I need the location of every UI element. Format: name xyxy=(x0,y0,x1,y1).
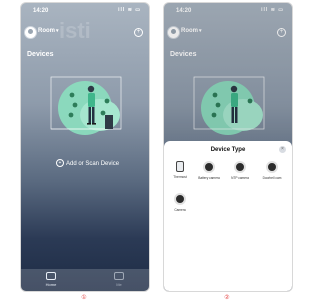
device-type-label: NTP camera xyxy=(231,176,249,180)
status-bar: 14:20 ill ≋ ▭ xyxy=(21,3,149,17)
device-type-battery-camera[interactable]: Battery camera xyxy=(195,161,223,180)
tab-me-label: Me xyxy=(116,282,122,287)
illustration-stand xyxy=(105,115,113,129)
sheet-title: Device Type xyxy=(210,147,246,153)
avatar[interactable] xyxy=(24,26,37,39)
user-icon xyxy=(114,272,124,280)
add-or-scan-device-button[interactable]: + Add or Scan Device xyxy=(49,157,126,171)
thermostat-icon xyxy=(176,161,184,172)
room-selector[interactable]: Room▾ xyxy=(38,28,59,34)
battery-camera-icon xyxy=(203,161,215,173)
close-icon[interactable]: × xyxy=(279,146,286,153)
illustration-blob-2 xyxy=(80,99,120,131)
device-type-sheet: Device Type × Thermost Battery camera NT… xyxy=(164,141,292,291)
status-time: 14:20 xyxy=(33,8,49,14)
device-type-doorbell-camera[interactable]: Doorbell cam xyxy=(258,161,286,180)
device-type-thermostat[interactable]: Thermost xyxy=(166,161,194,179)
device-type-label: Camera xyxy=(174,208,186,212)
add-button-label: Add or Scan Device xyxy=(66,161,120,167)
empty-state-illustration xyxy=(50,76,122,135)
tab-home[interactable]: Home xyxy=(31,272,71,287)
device-type-ntp-camera[interactable]: NTP camera xyxy=(226,161,254,180)
camera-icon xyxy=(174,193,186,205)
tab-me[interactable]: Me xyxy=(99,272,139,287)
page-title: Devices xyxy=(27,51,54,58)
tab-home-label: Home xyxy=(45,282,57,287)
chevron-down-icon: ▾ xyxy=(56,28,59,34)
tab-bar: Home Me xyxy=(21,269,149,291)
phone-screen-home: isti 14:20 ill ≋ ▭ Room▾ + Devices + Add… xyxy=(20,2,150,292)
add-icon: + xyxy=(56,159,64,168)
header: Room▾ + xyxy=(21,25,149,39)
add-icon[interactable]: + xyxy=(134,28,143,37)
status-icons: ill ≋ ▭ xyxy=(118,7,141,13)
room-label: Room xyxy=(38,28,55,34)
ntp-camera-icon xyxy=(234,161,246,173)
home-icon xyxy=(46,272,56,280)
page-number-2: ② xyxy=(224,295,230,301)
device-type-label: Battery camera xyxy=(198,176,220,180)
device-type-label: Doorbell cam xyxy=(262,176,282,180)
page-number-1: ① xyxy=(81,295,87,301)
phone-screen-device-type: 14:20 ill ≋ ▭ Room▾ + Devices Device Typ… xyxy=(163,2,293,292)
device-type-label: Thermost xyxy=(173,175,187,179)
device-type-camera[interactable]: Camera xyxy=(166,193,194,212)
doorbell-camera-icon xyxy=(266,161,278,173)
